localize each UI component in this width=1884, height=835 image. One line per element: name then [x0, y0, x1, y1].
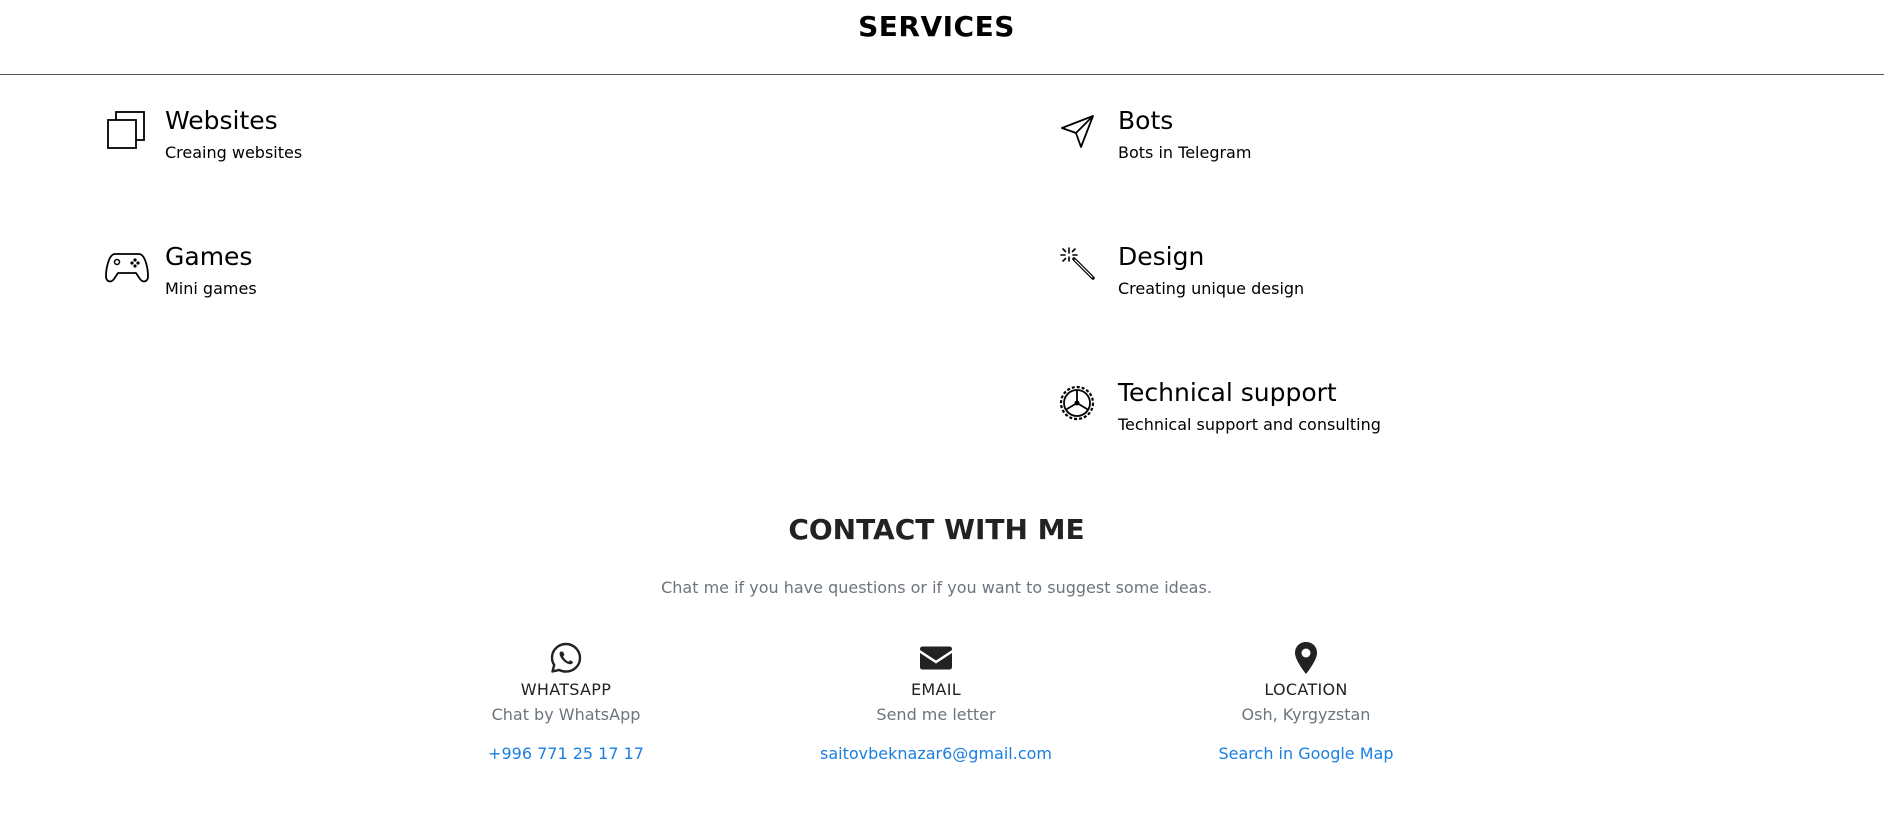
page: SERVICES Websites Creaing websites Bots … [0, 0, 1884, 835]
contact-label: EMAIL [911, 680, 961, 699]
whatsapp-icon [548, 640, 584, 676]
service-name: Design [1118, 242, 1205, 271]
contact-whatsapp: WHATSAPP Chat by WhatsApp +996 771 25 17… [396, 640, 736, 763]
gamepad-icon [102, 242, 152, 292]
whatsapp-phone-link[interactable]: +996 771 25 17 17 [488, 744, 644, 763]
contact-label: WHATSAPP [520, 680, 612, 699]
envelope-icon [918, 640, 954, 676]
contact-desc: Send me letter [876, 705, 996, 724]
service-name: Bots [1118, 106, 1174, 135]
magic-wand-icon [1055, 242, 1105, 292]
stacked-squares-icon [102, 106, 152, 156]
map-pin-icon [1288, 640, 1324, 676]
contact-title: CONTACT WITH ME [788, 513, 1085, 546]
service-name: Games [165, 242, 253, 271]
service-desc: Bots in Telegram [1118, 143, 1252, 162]
service-name: Technical support [1118, 378, 1337, 407]
contact-email: EMAIL Send me letter saitovbeknazar6@gma… [766, 640, 1106, 763]
service-desc: Technical support and consulting [1118, 415, 1381, 434]
google-map-link[interactable]: Search in Google Map [1219, 744, 1394, 763]
services-title: SERVICES [858, 10, 1015, 43]
section-divider [0, 74, 1884, 75]
contact-location: LOCATION Osh, Kyrgyzstan Search in Googl… [1136, 640, 1476, 763]
contact-label: LOCATION [1264, 680, 1348, 699]
service-desc: Creating unique design [1118, 279, 1305, 298]
contact-subtitle: Chat me if you have questions or if you … [661, 578, 1212, 597]
service-desc: Creaing websites [165, 143, 303, 162]
paper-plane-icon [1055, 106, 1105, 156]
contact-desc: Osh, Kyrgyzstan [1241, 705, 1371, 724]
service-desc: Mini games [165, 279, 257, 298]
email-link[interactable]: saitovbeknazar6@gmail.com [820, 744, 1052, 763]
service-name: Websites [165, 106, 278, 135]
contact-desc: Chat by WhatsApp [491, 705, 641, 724]
gear-icon [1055, 378, 1105, 428]
